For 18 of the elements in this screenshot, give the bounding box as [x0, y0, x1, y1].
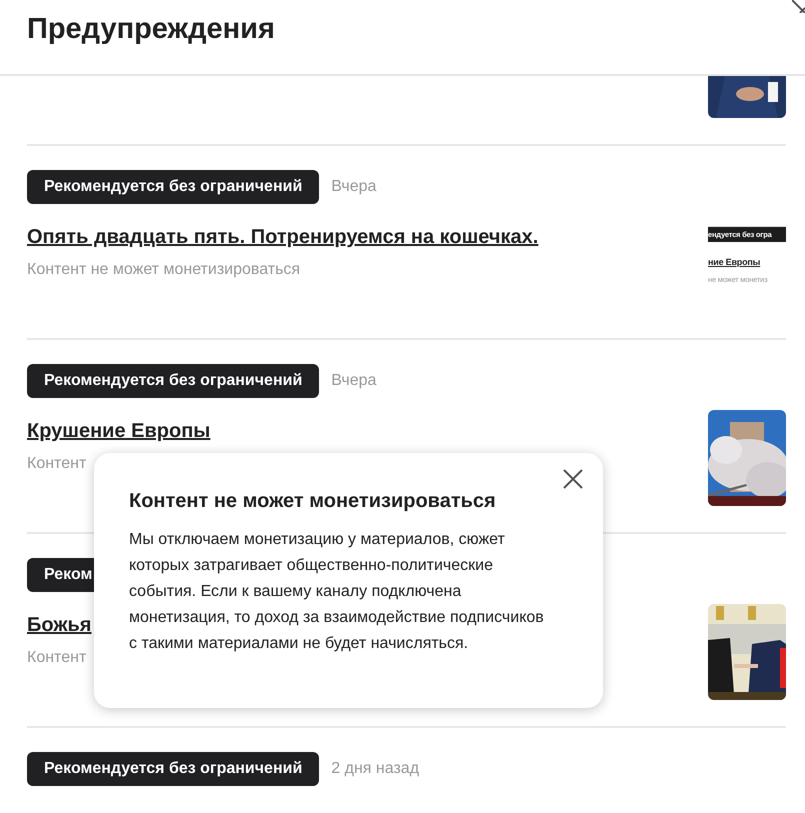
status-label: Рекомендуется без ограничений: [27, 752, 320, 786]
date-text: Вчера: [331, 177, 376, 197]
popover-text: Мы отключаем монетизацию у материалов, сюжет которых затрагивает общественно-политические события. Если к вашему каналу подключена монетизация, то доход за взаимодействие подписчиков с такими материалами не будет начисляться.: [129, 530, 545, 654]
warning-text: Контент: [27, 648, 86, 668]
post-title-link[interactable]: Божья: [27, 610, 92, 638]
status-label: Рекомендуется без ограничений: [27, 364, 320, 398]
warning-text: Контент: [27, 454, 86, 474]
date-text: 2 дня назад: [331, 759, 420, 779]
post-title-link[interactable]: Крушение Европы: [27, 416, 210, 444]
close-icon[interactable]: [792, 0, 805, 13]
screenshot-text: ние Европы: [708, 256, 762, 270]
page-title: Предупреждения: [27, 12, 276, 47]
warning-text: Контент не может монетизироваться: [27, 260, 300, 280]
close-button[interactable]: [561, 467, 585, 491]
date-text: Вчера: [331, 371, 376, 391]
post-title-link[interactable]: Опять двадцать пять. Потренируемся на кошечках.: [27, 222, 538, 250]
popover-title: Контент не может монетизироваться: [129, 489, 497, 513]
status-label: Рекомендуется без ограничений: [27, 170, 320, 204]
